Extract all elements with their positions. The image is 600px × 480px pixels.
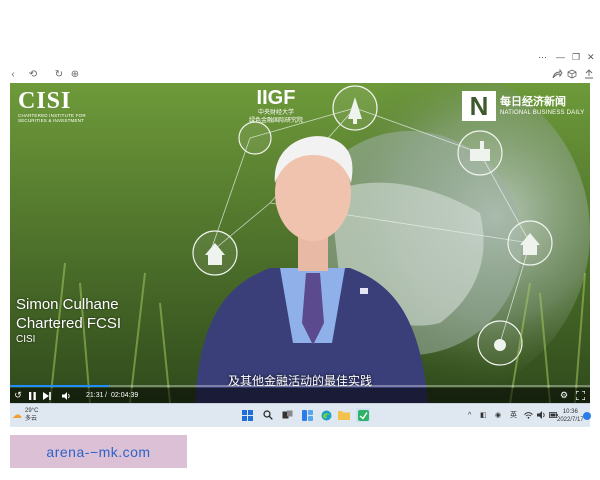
task-view-icon[interactable]: [280, 408, 294, 422]
refresh-icon[interactable]: ↻: [52, 67, 66, 81]
speaker-role: Chartered FCSI: [16, 315, 122, 332]
replay-icon[interactable]: ↺: [12, 388, 24, 403]
more-icon[interactable]: ⋯: [538, 50, 547, 64]
notification-badge[interactable]: [583, 412, 591, 420]
watermark-banner: arena-−mk.com: [10, 435, 187, 468]
globe-icon[interactable]: ⊕: [68, 67, 82, 81]
iigf-logo-text: IIGF: [256, 87, 296, 109]
weather-temperature: 29°C: [25, 408, 39, 414]
cisi-logo-text: CISI: [18, 88, 72, 114]
cisi-logo: CISI CHARTERED INSTITUTE FOR SECURITIES …: [18, 89, 98, 123]
video-player[interactable]: CISI CHARTERED INSTITUTE FOR SECURITIES …: [10, 83, 590, 403]
wifi-icon[interactable]: [524, 404, 533, 428]
search-icon[interactable]: [261, 408, 275, 422]
nbd-logo-en: NATIONAL BUSINESS DAILY: [500, 110, 585, 116]
video-progress-bar[interactable]: [10, 385, 590, 387]
clock-date: 2022/7/17: [557, 417, 584, 423]
download-icon[interactable]: [582, 67, 596, 81]
time-separator: /: [105, 392, 107, 399]
clock-time: 10:36: [562, 409, 578, 415]
minimize-button[interactable]: —: [556, 50, 565, 64]
fullscreen-icon[interactable]: [574, 388, 586, 403]
iigf-logo: IIGF 中央财经大学 绿色金融国际研究院: [246, 87, 306, 125]
window-titlebar: ⋯ — ❐ ✕: [0, 50, 600, 64]
start-icon[interactable]: [240, 408, 254, 422]
time-total: 02:04:39: [111, 392, 139, 399]
cloudy-sun-icon: ☁: [12, 409, 22, 421]
pause-icon[interactable]: [26, 388, 38, 403]
share-icon[interactable]: [550, 67, 564, 81]
video-controls: ↺ 21:31 / 02:04:39 ⚙: [10, 388, 590, 403]
volume-icon[interactable]: [60, 388, 72, 403]
speaker-icon[interactable]: [537, 404, 546, 428]
weather-widget[interactable]: ☁ 29°C 多云: [12, 407, 38, 423]
weather-condition: 多云: [25, 416, 38, 422]
video-progress-fill: [10, 385, 109, 387]
file-explorer-icon[interactable]: [337, 408, 351, 422]
browser-toolbar: ‹ ⟲ ↻ ⊕: [0, 66, 600, 82]
tray-app-1-icon[interactable]: ◧: [480, 404, 487, 428]
time-current: 21:31: [86, 392, 104, 399]
close-button[interactable]: ✕: [587, 50, 595, 64]
speaker-caption: Simon Culhane Chartered FCSI CISI: [16, 295, 121, 347]
iigf-logo-subtext-1: 中央财经大学: [257, 110, 294, 116]
video-frame-background: [10, 83, 590, 403]
restore-button[interactable]: ❐: [572, 50, 580, 64]
screen: ⋯ — ❐ ✕ ‹ ⟲ ↻ ⊕ CISI CHARTERED INSTITUTE…: [0, 0, 600, 480]
cube-icon[interactable]: [565, 67, 579, 81]
link-icon[interactable]: ⟲: [26, 67, 40, 81]
settings-icon[interactable]: ⚙: [558, 388, 570, 403]
widgets-icon[interactable]: [300, 408, 314, 422]
active-app-icon[interactable]: [356, 408, 370, 422]
edge-icon[interactable]: [319, 408, 333, 422]
next-icon[interactable]: [41, 388, 53, 403]
speaker-org: CISI: [16, 334, 36, 345]
nbd-logo-mark: N: [462, 91, 496, 121]
back-icon[interactable]: ‹: [6, 67, 20, 81]
nbd-logo-cn: 每日经济新闻: [500, 96, 566, 108]
windows-taskbar: ☁ 29°C 多云 ^ ◧ ◉ 英 10:36 2022/7/17: [10, 403, 591, 428]
nbd-logo: N 每日经济新闻 NATIONAL BUSINESS DAILY: [462, 91, 585, 121]
watermark-text: arena-−mk.com: [46, 443, 151, 460]
cisi-logo-subtext: CHARTERED INSTITUTE FOR SECURITIES & INV…: [18, 113, 86, 123]
iigf-logo-subtext-2: 绿色金融国际研究院: [248, 118, 303, 124]
tray-app-2-icon[interactable]: ◉: [495, 404, 501, 428]
system-clock[interactable]: 10:36 2022/7/17: [557, 408, 584, 424]
tray-chevron-icon[interactable]: ^: [468, 404, 471, 428]
input-language[interactable]: 英: [510, 404, 517, 428]
speaker-name: Simon Culhane: [16, 296, 119, 313]
